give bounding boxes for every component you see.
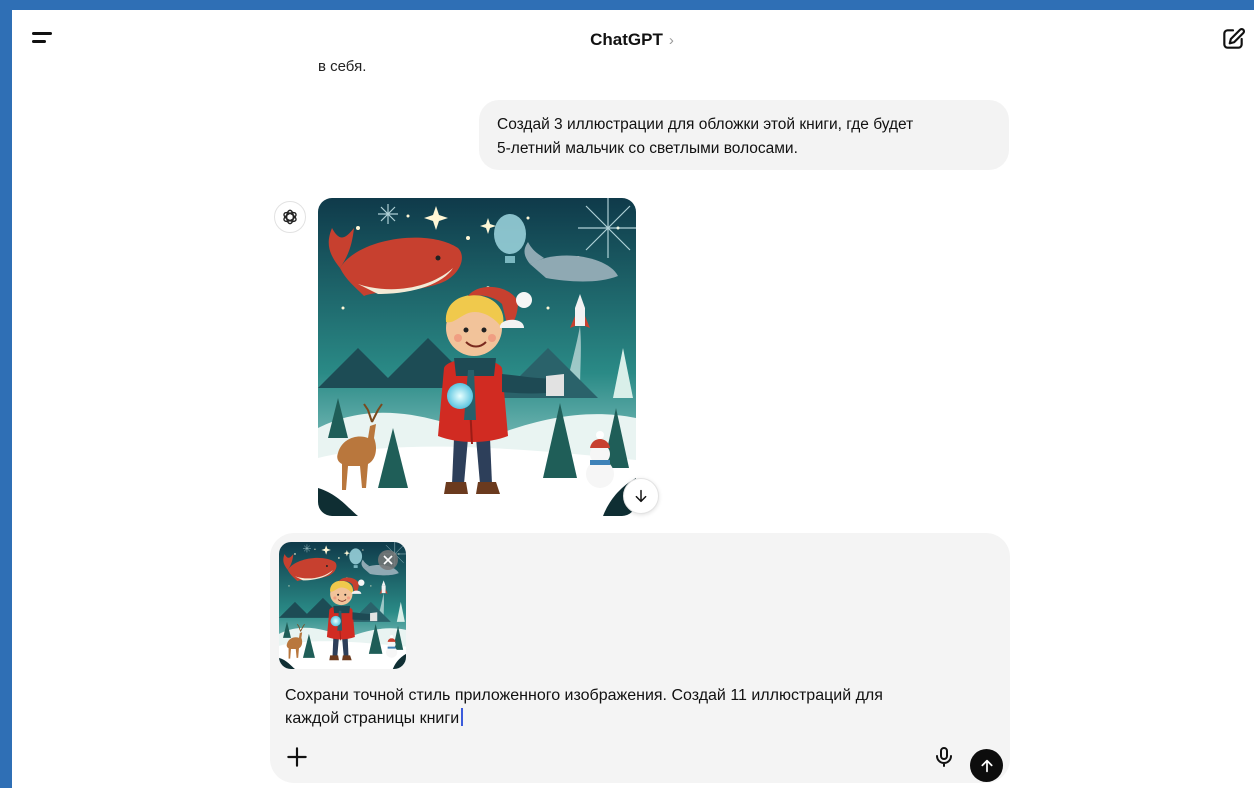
chevron-right-icon: ›: [668, 31, 674, 49]
hamburger-icon[interactable]: [28, 26, 56, 52]
new-chat-icon[interactable]: [1220, 26, 1246, 52]
prompt-line: Сохрани точной стиль приложенного изобра…: [285, 687, 883, 704]
prompt-line-text: каждой страницы книги: [285, 710, 460, 727]
close-icon[interactable]: [378, 550, 398, 570]
generated-image[interactable]: [318, 198, 636, 516]
app-title: ChatGPT: [590, 30, 663, 49]
arrow-down-icon[interactable]: [623, 478, 659, 514]
user-message-line: 5-летний мальчик со светлыми волосами.: [497, 140, 798, 157]
model-selector[interactable]: ChatGPT ›: [590, 30, 674, 50]
plus-icon[interactable]: [284, 744, 310, 770]
prompt-textarea[interactable]: Сохрани точной стиль приложенного изобра…: [285, 684, 985, 730]
text-caret: [461, 708, 463, 726]
message-composer: Сохрани точной стиль приложенного изобра…: [270, 533, 1010, 783]
openai-logo-icon: [274, 201, 306, 233]
microphone-icon[interactable]: [932, 745, 956, 769]
top-bar: ChatGPT ›: [12, 10, 1254, 66]
prompt-line-2: каждой страницы книги: [285, 707, 985, 730]
title-area: ChatGPT ›: [282, 14, 982, 66]
app-window: ChatGPT › в себя. Создай 3 иллюстрации д…: [12, 10, 1254, 788]
user-message-bubble: Создай 3 иллюстрации для обложки этой кн…: [479, 100, 1009, 170]
arrow-up-icon[interactable]: [970, 749, 1003, 782]
previous-message-text: в себя.: [318, 58, 367, 75]
user-message-line: Создай 3 иллюстрации для обложки этой кн…: [497, 116, 914, 133]
